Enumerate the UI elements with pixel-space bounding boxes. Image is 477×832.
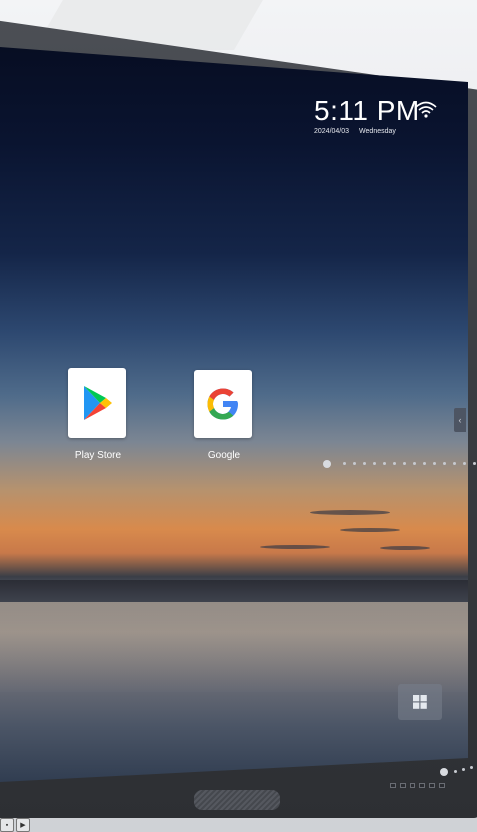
play-icon[interactable]: ▶ xyxy=(16,818,30,832)
water-reflection xyxy=(0,602,468,692)
app-play-store[interactable]: Play Store xyxy=(68,368,128,461)
display-screen: 5:11 PM 2024/04/03 Wednesday Play Store xyxy=(0,47,468,782)
speaker-grille xyxy=(194,790,280,810)
horizon-line xyxy=(0,580,468,602)
clock-date: 2024/04/03 xyxy=(314,128,350,135)
screen-icon[interactable]: ▪ xyxy=(0,818,14,832)
google-icon[interactable] xyxy=(194,370,252,438)
corner-controls: ▪ ▶ xyxy=(0,818,32,832)
clock-widget: 5:11 PM 2024/04/03 Wednesday xyxy=(314,96,454,135)
callout-dotted-line xyxy=(323,460,477,468)
windows-button[interactable] xyxy=(398,684,442,720)
front-ports xyxy=(390,780,445,790)
sunset-clouds xyxy=(260,500,468,560)
wifi-icon xyxy=(415,101,437,118)
chevron-left-icon[interactable]: ‹ xyxy=(454,408,466,432)
windows-icon xyxy=(413,695,427,709)
app-google[interactable]: Google xyxy=(194,370,254,461)
app-label: Play Store xyxy=(74,450,122,461)
play-store-icon[interactable] xyxy=(68,368,126,438)
app-label: Google xyxy=(207,450,241,461)
callout-dotted-line-bottom xyxy=(440,766,477,778)
clock-weekday: Wednesday xyxy=(359,128,396,135)
